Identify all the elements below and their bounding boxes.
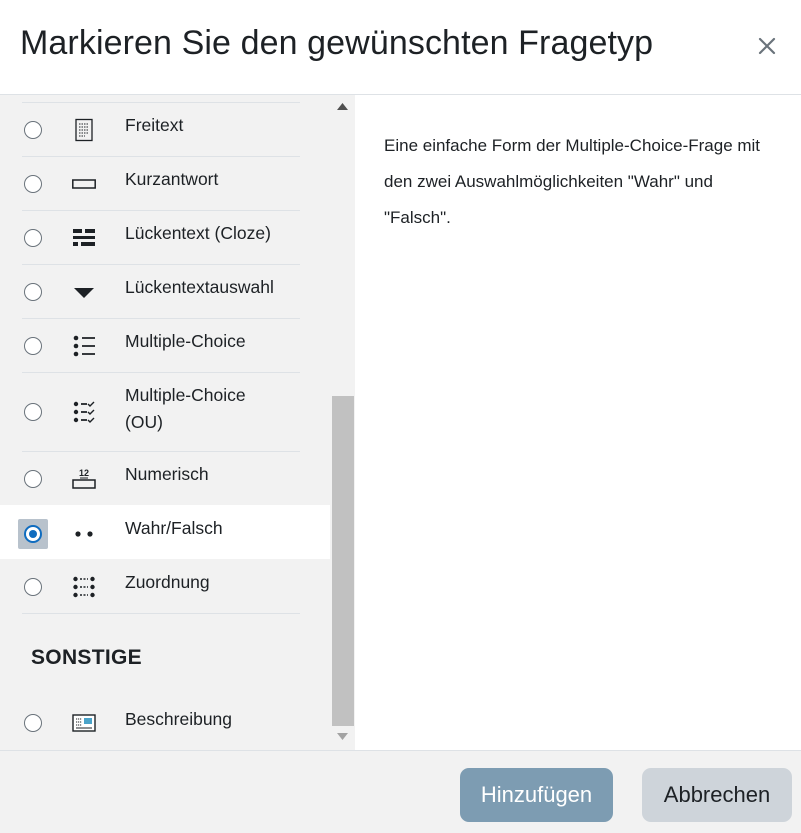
close-button[interactable] — [754, 33, 780, 59]
option-label: Lückentext (Cloze) — [125, 223, 271, 243]
option-multiple-choice-ou[interactable]: Multiple-Choice (OU) — [0, 373, 330, 451]
svg-text:12: 12 — [79, 468, 89, 478]
option-label: Multiple-Choice — [125, 331, 246, 351]
numerical-icon: 12 — [72, 468, 96, 489]
option-multiple-choice[interactable]: Multiple-Choice — [0, 319, 330, 372]
separator — [22, 613, 300, 614]
option-zuordnung[interactable]: Zuordnung — [0, 559, 330, 613]
radio-lueckentextauswahl[interactable] — [24, 283, 42, 301]
radio-multiple-choice-ou[interactable] — [24, 403, 42, 421]
essay-icon — [75, 118, 93, 142]
radio-wahr-falsch[interactable] — [24, 525, 42, 543]
option-label: Lückentextauswahl — [125, 277, 274, 297]
option-kurzantwort[interactable]: Kurzantwort — [0, 157, 330, 210]
dropdown-triangle-icon — [74, 288, 94, 298]
radio-numerisch[interactable] — [24, 470, 42, 488]
radio-beschreibung[interactable] — [24, 714, 42, 732]
description-icon — [72, 714, 96, 732]
short-answer-icon — [72, 179, 96, 189]
option-label: Beschreibung — [125, 709, 233, 729]
radio-lueckentext-cloze[interactable] — [24, 229, 42, 247]
radio-zuordnung[interactable] — [24, 578, 42, 596]
option-label: Wahr/Falsch — [125, 518, 223, 538]
close-icon — [758, 37, 776, 55]
option-numerisch[interactable]: 12 Numerisch — [0, 452, 330, 505]
radio-multiple-choice[interactable] — [24, 337, 42, 355]
option-wahr-falsch[interactable]: Wahr/Falsch — [0, 505, 330, 559]
scroll-up-arrow-icon[interactable] — [337, 103, 348, 111]
description-pane: Eine einfache Form der Multiple-Choice-F… — [355, 95, 801, 750]
option-label: Numerisch — [125, 464, 209, 484]
multiple-choice-ou-icon — [73, 401, 95, 423]
dialog-footer: Hinzufügen Abbrechen — [0, 750, 801, 833]
multiple-choice-icon — [73, 335, 95, 357]
option-label: Freitext — [125, 115, 184, 135]
true-false-icon — [75, 531, 93, 537]
matching-icon — [73, 576, 95, 598]
question-type-list[interactable]: Freitext Kurzantwort Lückentext (Cloze) … — [0, 95, 355, 750]
option-label: Zuordnung — [125, 572, 210, 592]
cloze-icon — [73, 229, 95, 246]
option-freitext[interactable]: Freitext — [0, 103, 330, 156]
option-beschreibung[interactable]: Beschreibung — [0, 697, 330, 750]
question-type-description: Eine einfache Form der Multiple-Choice-F… — [384, 136, 761, 227]
option-lueckentextauswahl[interactable]: Lückentextauswahl — [0, 265, 330, 318]
scrollbar-thumb[interactable] — [332, 396, 354, 726]
option-lueckentext-cloze[interactable]: Lückentext (Cloze) — [0, 211, 330, 264]
add-button[interactable]: Hinzufügen — [460, 768, 613, 822]
dialog-title: Markieren Sie den gewünschten Fragetyp — [20, 24, 654, 62]
option-label: Multiple-Choice (OU) — [125, 385, 246, 432]
dialog-header: Markieren Sie den gewünschten Fragetyp — [0, 0, 801, 95]
cancel-button[interactable]: Abbrechen — [642, 768, 792, 822]
radio-freitext[interactable] — [24, 121, 42, 139]
radio-kurzantwort[interactable] — [24, 175, 42, 193]
section-heading-other: SONSTIGE — [31, 646, 142, 669]
option-label: Kurzantwort — [125, 169, 219, 189]
scroll-down-arrow-icon[interactable] — [337, 733, 348, 741]
